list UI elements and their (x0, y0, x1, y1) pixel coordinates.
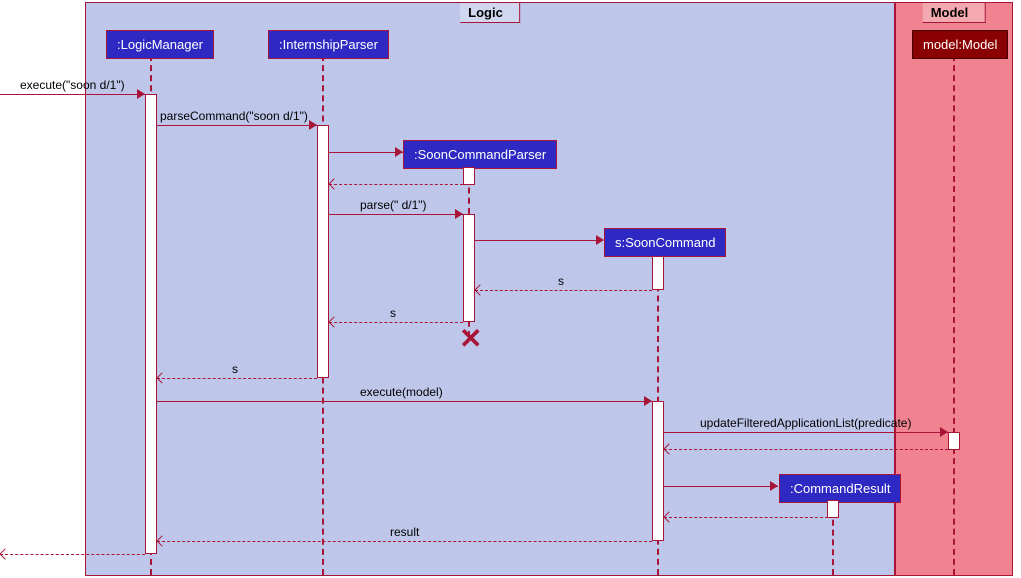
arrowhead-return-out (0, 548, 11, 559)
arrowhead-parse (455, 209, 463, 219)
activation-sooncommand-2 (652, 401, 664, 541)
activation-logicmanager (145, 94, 157, 554)
activation-sooncommandparser-2 (463, 214, 475, 322)
activation-internshipparser (317, 125, 329, 378)
arrow-return-s3 (157, 378, 317, 379)
arrowhead-create-sc (596, 235, 604, 245)
arrowhead-parsecommand (309, 120, 317, 130)
participant-sooncommandparser: :SoonCommandParser (403, 140, 557, 169)
arrowhead-execute-in (137, 89, 145, 99)
activation-model (948, 432, 960, 450)
arrowhead-updatefiltered (940, 427, 948, 437)
destroy-sooncommandparser: ✕ (459, 322, 482, 355)
label-parse: parse(" d/1") (360, 198, 427, 212)
participant-model: model:Model (912, 30, 1008, 59)
arrowhead-create-scp (395, 147, 403, 157)
participant-logicmanager: :LogicManager (106, 30, 214, 59)
arrow-create-sc (475, 240, 603, 241)
label-result: result (390, 525, 419, 539)
participant-sooncommand: s:SoonCommand (604, 228, 726, 257)
activation-sooncommandparser-1 (463, 167, 475, 185)
participant-commandresult: :CommandResult (779, 474, 901, 503)
label-return-s3: s (232, 362, 238, 376)
arrow-return-s1 (475, 290, 652, 291)
arrow-execute-in (0, 94, 145, 95)
arrowhead-create-cr (770, 481, 778, 491)
arrow-parse (329, 214, 463, 215)
arrowhead-executemodel (644, 396, 652, 406)
arrow-return-s2 (329, 322, 463, 323)
label-return-s2: s (390, 306, 396, 320)
arrow-updatefiltered (664, 432, 948, 433)
participant-internshipparser: :InternshipParser (268, 30, 389, 59)
arrow-create-cr (664, 486, 778, 487)
arrow-return-scp-create (329, 184, 463, 185)
frame-logic-label: Logic (460, 3, 520, 23)
lifeline-model (953, 55, 955, 575)
label-updatefiltered: updateFilteredApplicationList(predicate) (700, 416, 911, 430)
arrow-return-model (664, 449, 948, 450)
arrow-result (157, 541, 652, 542)
label-return-s1: s (558, 274, 564, 288)
label-execute-in: execute("soon d/1") (20, 78, 125, 92)
arrow-return-out (0, 554, 145, 555)
label-parsecommand: parseCommand("soon d/1") (160, 109, 308, 123)
sequence-diagram: Logic Model :LogicManager :InternshipPar… (0, 0, 1021, 578)
arrow-return-cr (664, 517, 828, 518)
activation-commandresult (827, 500, 839, 518)
arrow-parsecommand (157, 125, 317, 126)
arrow-executemodel (157, 401, 652, 402)
activation-sooncommand-1 (652, 256, 664, 290)
label-executemodel: execute(model) (360, 385, 443, 399)
frame-model-label: Model (923, 3, 986, 23)
arrow-create-scp (329, 152, 403, 153)
